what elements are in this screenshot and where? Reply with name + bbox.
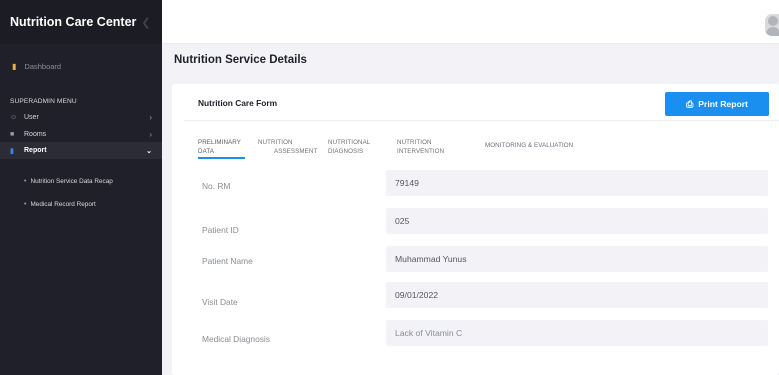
- field-no-rm[interactable]: 79149: [386, 170, 768, 196]
- app-title: Nutrition Care Center: [10, 15, 137, 29]
- building-icon: ■: [10, 130, 15, 138]
- brand-header: Nutrition Care Center ❮: [0, 0, 162, 44]
- chevron-right-icon: ›: [149, 112, 152, 122]
- field-label-medical-diagnosis: Medical Diagnosis: [202, 334, 270, 344]
- tab-nutritional-diagnosis[interactable]: NUTRITIONAL DIAGNOSIS: [328, 139, 370, 156]
- chevron-right-icon: ›: [149, 129, 152, 139]
- sidebar-item-dashboard[interactable]: ▮ Dashboard: [0, 58, 162, 74]
- tab-label-line2: INTERVENTION: [397, 147, 445, 155]
- field-patient-name[interactable]: Muhammad Yunus: [386, 246, 768, 272]
- tab-label-line2: DIAGNOSIS: [328, 147, 364, 155]
- field-label-patient-name: Patient Name: [202, 256, 253, 266]
- sidebar-menu-title: SUPERADMIN MENU: [10, 98, 77, 105]
- nutrition-care-form-card: Nutrition Care Form ⎙ Print Report PRELI…: [172, 84, 779, 375]
- print-report-button[interactable]: ⎙ Print Report: [665, 92, 769, 116]
- field-label-patient-id: Patient ID: [202, 225, 239, 235]
- avatar-head: [768, 16, 778, 26]
- tab-preliminary-data[interactable]: PRELIMINARY DATA: [198, 139, 241, 156]
- chevron-down-icon: ⌄: [146, 147, 152, 155]
- form-title: Nutrition Care Form: [198, 98, 278, 108]
- sidebar-subitem-label: Medical Record Report: [30, 201, 96, 208]
- tab-label-line1: NUTRITION: [258, 139, 293, 146]
- tab-label-line1: NUTRITIONAL: [328, 139, 371, 146]
- tab-label-line2: DATA: [198, 147, 214, 155]
- field-medical-diagnosis[interactable]: Lack of Vitamin C: [386, 320, 768, 346]
- sidebar-subitem-nutrition-recap[interactable]: • Nutrition Service Data Recap: [24, 178, 113, 185]
- field-label-no-rm: No. RM: [202, 181, 231, 191]
- bullet-icon: •: [24, 201, 27, 208]
- sidebar-subitem-label: Nutrition Service Data Recap: [30, 178, 113, 185]
- tab-label-line1: MONITORING & EVALUATION: [485, 142, 574, 149]
- bullet-icon: •: [24, 178, 27, 185]
- field-visit-date[interactable]: 09/01/2022: [386, 282, 768, 308]
- sidebar-item-label: Report: [24, 147, 47, 154]
- card-divider: [184, 120, 779, 121]
- sidebar-item-label: Dashboard: [24, 61, 62, 71]
- page-title: Nutrition Service Details: [174, 54, 307, 66]
- top-bar: [162, 0, 779, 44]
- active-tab-indicator: [198, 157, 245, 159]
- field-label-visit-date: Visit Date: [202, 297, 238, 307]
- collapse-sidebar-icon[interactable]: ❮: [141, 16, 150, 29]
- tab-nutrition-intervention[interactable]: NUTRITION INTERVENTION: [397, 139, 444, 156]
- tab-monitoring-evaluation[interactable]: MONITORING & EVALUATION: [485, 142, 573, 151]
- sidebar-item-label: Rooms: [24, 130, 47, 138]
- tab-label-line1: NUTRITION: [397, 139, 432, 146]
- field-patient-id[interactable]: 025: [386, 208, 768, 234]
- sidebar-item-rooms[interactable]: ■ Rooms ›: [0, 127, 162, 141]
- tab-label-line1: PRELIMINARY: [198, 139, 241, 146]
- dashboard-icon: ▮: [12, 61, 17, 71]
- sidebar-item-report[interactable]: ▮ Report ⌄: [0, 142, 162, 159]
- print-report-label: Print Report: [698, 99, 748, 109]
- users-icon: ☺: [10, 113, 18, 121]
- document-icon: ▮: [10, 147, 14, 155]
- tab-nutrition-assessment[interactable]: NUTRITION ASSESSMENT: [258, 139, 317, 156]
- sidebar-item-user[interactable]: ☺ User ›: [0, 110, 162, 124]
- sidebar-subitem-medical-record[interactable]: • Medical Record Report: [24, 201, 96, 208]
- sidebar: Nutrition Care Center ❮ ▮ Dashboard SUPE…: [0, 0, 162, 375]
- avatar-body: [766, 27, 779, 36]
- printer-icon: ⎙: [686, 98, 694, 109]
- avatar[interactable]: [765, 14, 779, 36]
- sidebar-item-label: User: [24, 113, 39, 121]
- tab-label-line2: ASSESSMENT: [274, 147, 318, 155]
